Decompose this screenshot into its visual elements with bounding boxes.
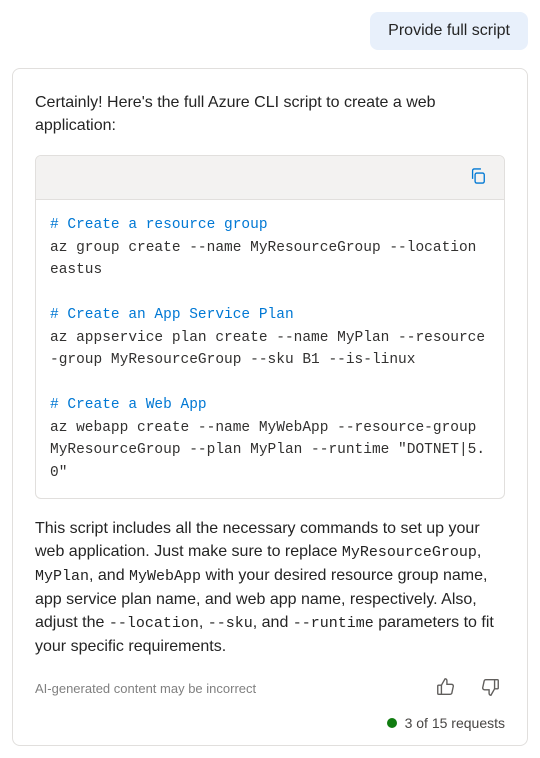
- assistant-outro: This script includes all the necessary c…: [35, 517, 505, 658]
- requests-counter: 3 of 15 requests: [35, 715, 505, 731]
- code-line: az appservice plan create --name MyPlan …: [50, 327, 490, 372]
- code-line: az webapp create --name MyWebApp --resou…: [50, 417, 490, 484]
- code-line: # Create an App Service Plan: [50, 304, 490, 326]
- thumbs-up-icon: [435, 676, 457, 701]
- code-body[interactable]: # Create a resource groupaz group create…: [36, 200, 504, 498]
- thumbs-down-icon: [479, 676, 501, 701]
- thumbs-up-button[interactable]: [431, 672, 461, 705]
- ai-disclaimer: AI-generated content may be incorrect: [35, 681, 256, 696]
- code-block-header: [36, 156, 504, 200]
- inline-code: --location: [109, 615, 199, 632]
- requests-label: 3 of 15 requests: [405, 715, 505, 731]
- user-message-bubble: Provide full script: [370, 12, 528, 50]
- code-line: # Create a resource group: [50, 214, 490, 236]
- code-line: az group create --name MyResourceGroup -…: [50, 237, 490, 282]
- inline-code: --sku: [208, 615, 253, 632]
- inline-code: MyPlan: [35, 568, 89, 585]
- inline-code: --runtime: [293, 615, 374, 632]
- assistant-intro: Certainly! Here's the full Azure CLI scr…: [35, 91, 505, 137]
- assistant-footer: AI-generated content may be incorrect: [35, 672, 505, 705]
- copy-button[interactable]: [464, 162, 492, 193]
- inline-code: MyResourceGroup: [342, 544, 477, 561]
- code-block: # Create a resource groupaz group create…: [35, 155, 505, 499]
- assistant-message-card: Certainly! Here's the full Azure CLI scr…: [12, 68, 528, 746]
- thumbs-down-button[interactable]: [475, 672, 505, 705]
- inline-code: MyWebApp: [129, 568, 201, 585]
- copy-icon: [468, 166, 488, 189]
- status-dot-icon: [387, 718, 397, 728]
- user-message-text: Provide full script: [388, 22, 510, 39]
- feedback-group: [431, 672, 505, 705]
- user-message-row: Provide full script: [12, 12, 528, 50]
- code-line: # Create a Web App: [50, 394, 490, 416]
